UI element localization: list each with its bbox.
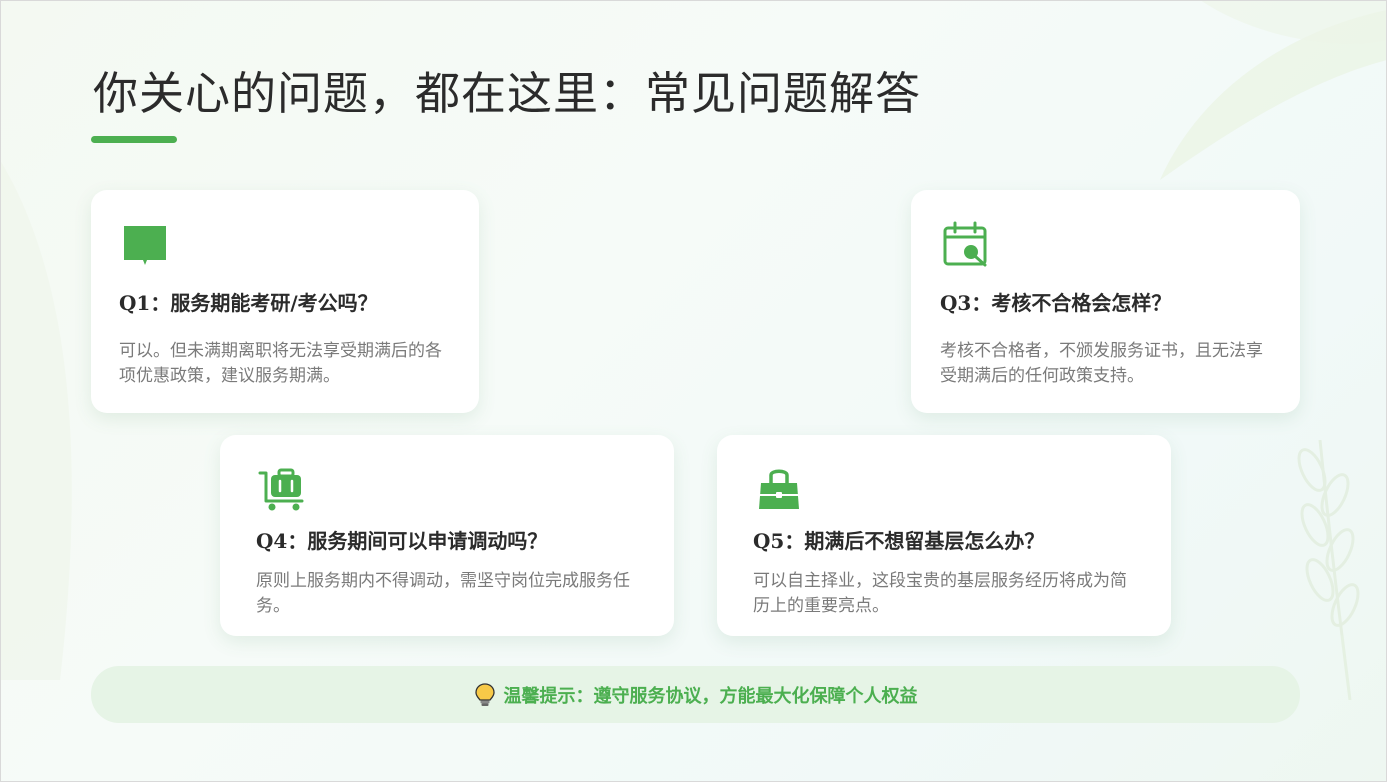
leaf-decoration-top-right-icon	[1160, 0, 1387, 180]
tip-text: 温馨提示：遵守服务协议，方能最大化保障个人权益	[503, 685, 918, 707]
faq-answer: 原则上服务期内不得调动，需坚守岗位完成服务任务。	[256, 571, 630, 616]
title-underline	[91, 136, 177, 143]
faq-question: Q4：服务期间可以申请调动吗？	[256, 529, 548, 553]
handbag-icon	[759, 469, 799, 509]
faq-answer: 考核不合格者，不颁发服务证书，且无法享受期满后的任何政策支持。	[940, 341, 1263, 386]
faq-card-q1: Q1：服务期能考研/考公吗？ 可以。但未满期离职将无法享受期满后的各项优惠政策，…	[91, 190, 479, 413]
faq-answer: 可以自主择业，这段宝贵的基层服务经历将成为简历上的重要亮点。	[753, 571, 1127, 616]
calendar-search-icon	[943, 221, 987, 267]
faq-card-q5: Q5：期满后不想留基层怎么办？ 可以自主择业，这段宝贵的基层服务经历将成为简历上…	[717, 435, 1171, 636]
lightbulb-icon	[474, 682, 495, 706]
faq-card-q4: Q4：服务期间可以申请调动吗？ 原则上服务期内不得调动，需坚守岗位完成服务任务。	[220, 435, 674, 636]
faq-question: Q5：期满后不想留基层怎么办？	[753, 529, 1045, 553]
faq-answer: 可以。但未满期离职将无法享受期满后的各项优惠政策，建议服务期满。	[119, 341, 442, 386]
tip-banner: 温馨提示：遵守服务协议，方能最大化保障个人权益	[91, 666, 1300, 723]
faq-card-q3: Q3：考核不合格会怎样？ 考核不合格者，不颁发服务证书，且无法享受期满后的任何政…	[911, 190, 1300, 413]
luggage-cart-icon	[258, 468, 304, 511]
faq-question: Q1：服务期能考研/考公吗？	[119, 291, 378, 315]
open-book-icon	[124, 226, 166, 265]
wheat-decoration-right-icon	[1297, 439, 1360, 700]
faq-question: Q3：考核不合格会怎样？	[940, 291, 1172, 315]
page-title: 你关心的问题，都在这里：常见问题解答	[93, 67, 922, 120]
